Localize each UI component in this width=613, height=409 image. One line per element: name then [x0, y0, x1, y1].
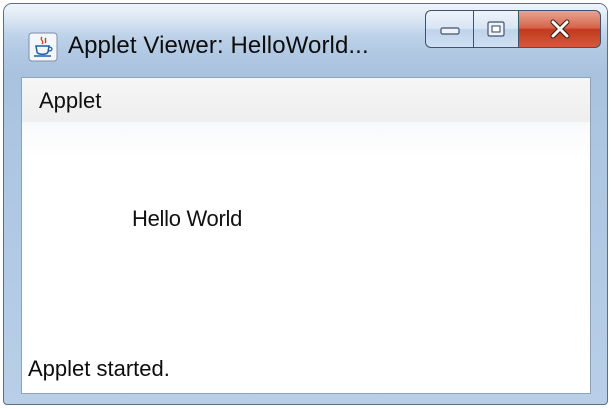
- minimize-icon: [439, 27, 460, 35]
- status-bar-text: Applet started.: [28, 356, 170, 381]
- java-coffee-cup-icon[interactable]: [28, 32, 58, 62]
- minimize-button[interactable]: [425, 10, 473, 48]
- applet-output-text: Hello World: [132, 206, 242, 231]
- maximize-icon: [487, 21, 505, 37]
- menu-bar: Applet: [22, 78, 590, 122]
- title-bar[interactable]: Applet Viewer: HelloWorld...: [4, 4, 607, 76]
- caption-buttons: [425, 10, 601, 48]
- window-title: Applet Viewer: HelloWorld...: [68, 32, 369, 59]
- maximize-button[interactable]: [473, 10, 519, 48]
- close-button[interactable]: [519, 10, 601, 48]
- applet-canvas[interactable]: Hello World: [22, 122, 590, 352]
- menu-item-applet[interactable]: Applet: [35, 88, 105, 114]
- client-area: Applet Hello World Applet started.: [21, 77, 591, 394]
- close-icon: [550, 19, 569, 39]
- applet-viewer-window: Applet Viewer: HelloWorld... Applet Hell…: [3, 3, 608, 405]
